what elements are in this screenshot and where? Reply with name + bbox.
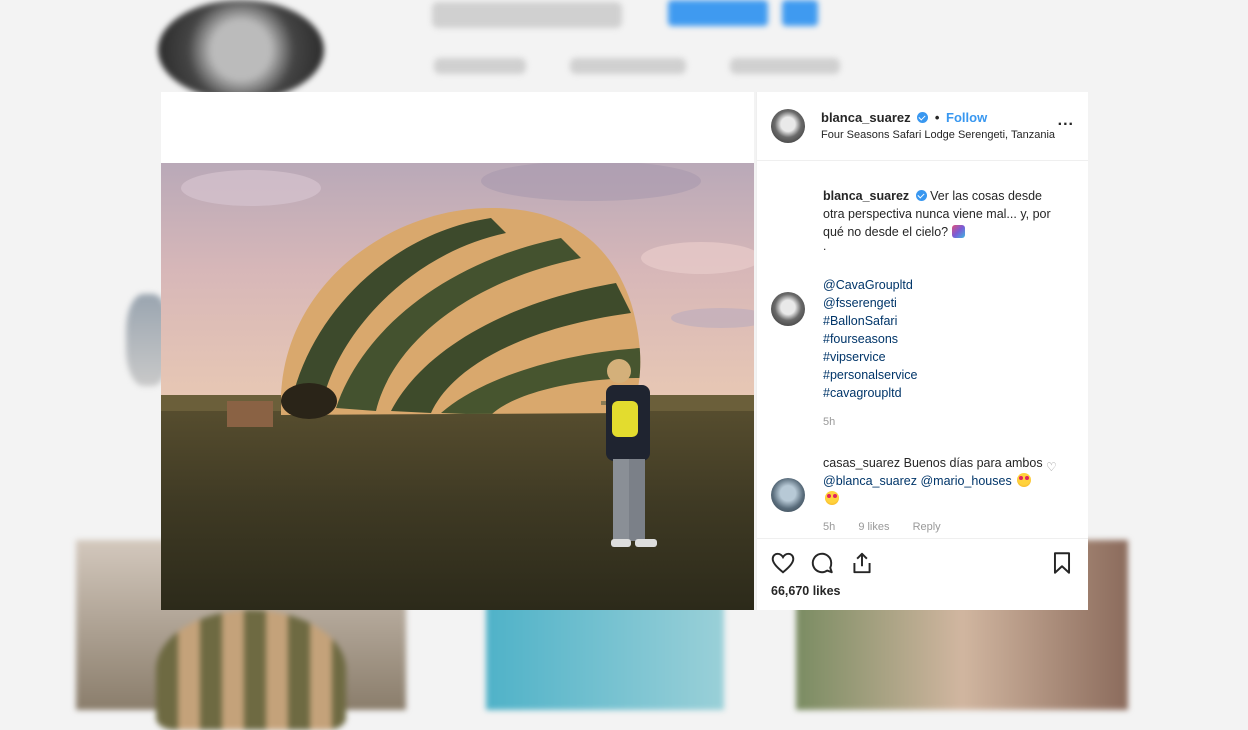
background-profile-username [432,2,622,28]
separator-dot: • [934,110,940,125]
background-profile-avatar [158,0,324,100]
comment-likes[interactable]: 9 likes [858,521,889,533]
post-caption: blanca_suarez Ver las cosas desde otra p… [823,187,1063,241]
caption-username[interactable]: blanca_suarez [823,189,909,203]
background-dropdown-button [782,0,818,26]
tag-link[interactable]: #fourseasons [823,330,918,348]
commenter-avatar[interactable] [771,478,805,512]
comment-timestamp: 5h [823,521,836,533]
tag-link[interactable]: @fsserengeti [823,294,918,312]
background-following-stat [730,58,840,74]
verified-badge-icon [917,112,929,123]
verified-badge-icon [915,190,927,201]
share-icon[interactable] [849,550,875,576]
header-divider [757,160,1088,161]
heart-eyes-emoji-icon [1017,473,1032,487]
post-header: blanca_suarez • Follow [821,110,987,125]
author-avatar[interactable] [771,109,805,143]
more-options-icon[interactable]: ... [1058,112,1074,130]
author-username[interactable]: blanca_suarez [821,110,911,125]
comment-meta: 5h 9 likes Reply [823,521,961,533]
heart-icon[interactable] [770,550,796,576]
comment-mention[interactable]: @blanca_suarez [823,474,917,488]
bookmark-icon[interactable] [1049,550,1075,576]
tag-link[interactable]: #cavagroupltd [823,384,918,402]
comment-like-heart-icon[interactable]: ♡ [1046,460,1058,474]
commenter-username[interactable]: casas_suarez [823,456,900,470]
background-followers-stat [570,58,686,74]
caption-tags: @CavaGroupltd @fsserengeti #BallonSafari… [823,276,918,402]
caption-avatar[interactable] [771,292,805,326]
caption-dot: . [823,239,827,253]
post-location[interactable]: Four Seasons Safari Lodge Serengeti, Tan… [821,129,1055,141]
tag-link[interactable]: @CavaGroupltd [823,276,918,294]
tag-link[interactable]: #vipservice [823,348,918,366]
balloon-emoji-icon [951,225,965,238]
actions-divider [757,538,1088,539]
follow-button[interactable]: Follow [946,110,987,125]
comment-icon[interactable] [809,550,835,576]
comment-body: casas_suarez Buenos días para ambos @bla… [823,454,1043,508]
tag-link[interactable]: #personalservice [823,366,918,384]
post-photo [161,163,754,610]
post-details-panel: blanca_suarez • Follow Four Seasons Safa… [756,92,1088,610]
comment-mention[interactable]: @mario_houses [920,474,1011,488]
caption-timestamp: 5h [823,416,836,428]
tag-link[interactable]: #BallonSafari [823,312,918,330]
comment-text: Buenos días para ambos [903,456,1043,470]
likes-count[interactable]: 66,670 likes [771,584,841,598]
comment-reply-button[interactable]: Reply [913,521,941,533]
heart-eyes-emoji-icon [825,491,839,505]
background-follow-button [668,0,768,26]
background-posts-stat [434,58,526,74]
